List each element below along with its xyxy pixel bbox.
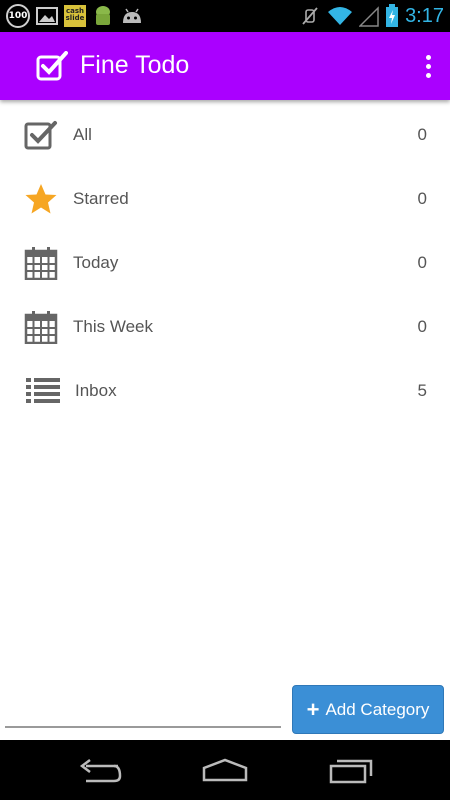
checkbox-icon [24,121,57,150]
cash-slide-icon: cash slide [64,5,86,27]
category-item-all[interactable]: All 0 [0,103,450,167]
recent-apps-icon[interactable] [327,754,377,786]
overflow-dot-icon [425,54,431,60]
calendar-icon [24,247,58,280]
plus-icon: + [306,696,320,722]
image-icon [36,7,58,25]
mute-icon [302,7,318,25]
battery-100-icon: 100 [6,4,30,28]
overflow-dot-icon [425,63,431,69]
back-icon[interactable] [76,754,126,786]
android-robot-icon [123,8,141,23]
category-item-this-week[interactable]: This Week 0 [0,295,450,359]
category-count: 0 [417,125,427,144]
app-title: Fine Todo [80,51,190,79]
category-item-today[interactable]: Today 0 [0,231,450,295]
category-item-inbox[interactable]: Inbox 5 [0,359,450,423]
android-icon [96,6,110,25]
category-label: Inbox [75,381,117,400]
category-item-starred[interactable]: Starred 0 [0,167,450,231]
signal-icon [359,6,379,27]
list-icon [26,378,60,403]
wifi-icon [328,7,353,25]
status-bar: 100 cash slide 3:17 [0,0,450,32]
new-category-input[interactable] [5,726,281,728]
category-count: 5 [417,381,427,400]
app-checkbox-icon [36,51,68,81]
star-icon [25,184,57,214]
category-list: All 0 Starred 0 Today 0 This Week 0 Inbo… [0,103,450,423]
category-count: 0 [417,189,427,208]
category-label: Starred [73,189,129,208]
add-category-label: Add Category [325,699,430,719]
category-label: This Week [73,317,153,336]
clock: 3:17 [405,4,444,27]
category-count: 0 [417,253,427,272]
add-category-button[interactable]: + Add Category [292,685,444,734]
category-count: 0 [417,317,427,336]
overflow-menu-button[interactable] [414,50,442,82]
home-icon[interactable] [200,754,250,786]
calendar-icon [24,311,58,344]
category-label: All [73,125,92,144]
category-label: Today [73,253,119,272]
overflow-dot-icon [425,72,431,78]
navigation-bar [0,740,450,800]
app-bar: Fine Todo [0,32,450,100]
battery-charging-icon [386,4,399,27]
